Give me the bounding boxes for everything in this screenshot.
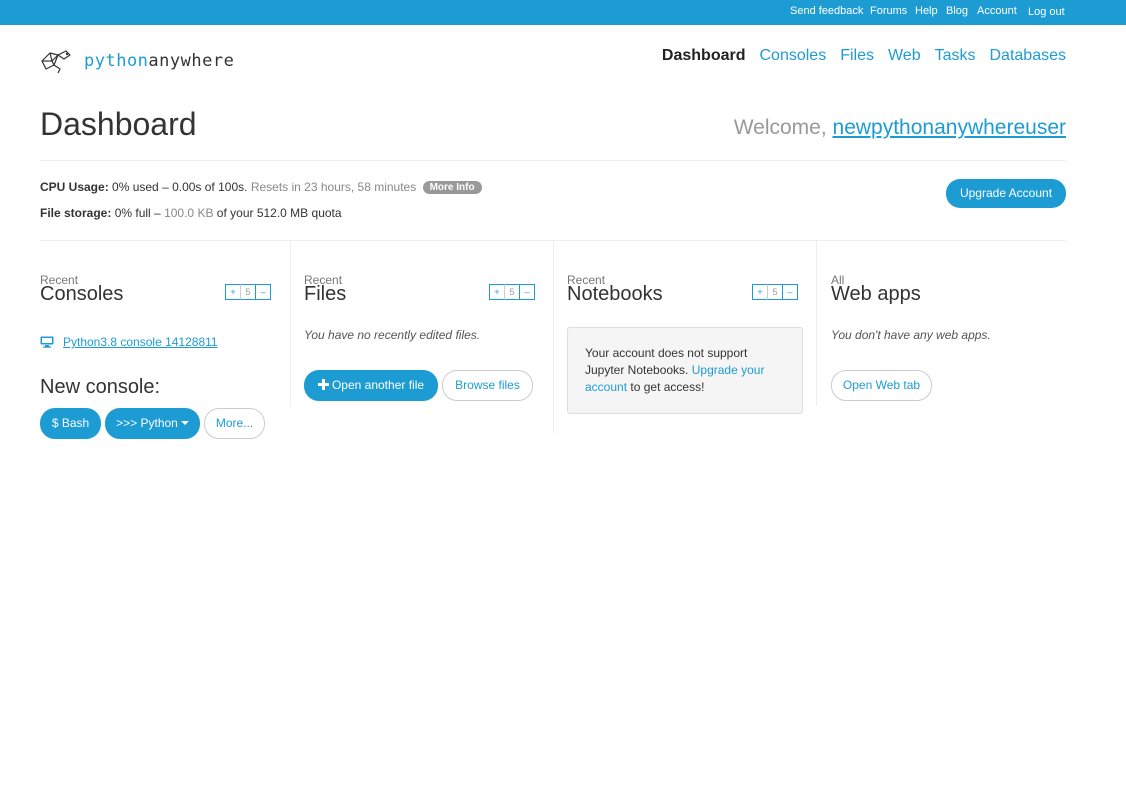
forums-link[interactable]: Forums xyxy=(870,5,907,17)
logo-wordmark-anywhere: anywhere xyxy=(148,51,235,71)
logo-wordmark-python: python xyxy=(84,51,149,71)
page-title: Dashboard xyxy=(40,106,197,142)
username-link[interactable]: newpythonanywhereuser xyxy=(833,116,1066,139)
browse-files-button[interactable]: Browse files xyxy=(442,370,533,401)
logo[interactable]: pythonanywhere xyxy=(40,46,234,76)
file-storage-label: File storage: xyxy=(40,206,112,220)
files-heading: Files xyxy=(304,283,347,305)
no-files-message: You have no recently edited files. xyxy=(304,328,481,342)
open-web-tab-button[interactable]: Open Web tab xyxy=(831,370,932,401)
notebooks-panel: Recent Notebooks + 5 – Your account does… xyxy=(567,241,803,441)
open-another-file-label: Open another file xyxy=(331,378,425,392)
logout-link[interactable]: Log out xyxy=(1028,6,1065,18)
notice-suffix: to get access! xyxy=(630,380,705,394)
notebooks-unsupported-notice: Your account does not support Jupyter No… xyxy=(567,327,803,414)
decrease-button[interactable]: – xyxy=(255,284,271,300)
column-divider xyxy=(553,241,554,433)
file-storage: File storage: 0% full – 100.0 KB of your… xyxy=(40,206,342,220)
count-value: 5 xyxy=(504,284,520,300)
upgrade-account-button[interactable]: Upgrade Account xyxy=(946,179,1066,208)
count-value: 5 xyxy=(240,284,256,300)
column-divider xyxy=(290,241,291,406)
files-panel: Recent Files + 5 – You have no recently … xyxy=(304,241,540,441)
files-count-stepper: + 5 – xyxy=(489,284,535,300)
logo-wordmark: pythonanywhere xyxy=(84,51,234,71)
consoles-heading: Consoles xyxy=(40,283,124,305)
column-divider xyxy=(816,241,817,406)
file-storage-percent: 0% full – xyxy=(114,206,161,220)
cpu-reset-time: Resets in 23 hours, 58 minutes xyxy=(250,180,417,194)
python-snake-logo-icon xyxy=(41,50,71,74)
main-nav: Dashboard Consoles Files Web Tasks Datab… xyxy=(648,47,1066,65)
nav-tasks[interactable]: Tasks xyxy=(935,47,976,65)
monitor-icon xyxy=(40,336,54,348)
nav-dashboard[interactable]: Dashboard xyxy=(662,47,746,65)
bash-console-button[interactable]: $ Bash xyxy=(40,408,101,439)
more-consoles-button[interactable]: More... xyxy=(204,408,265,439)
recent-console-label: Python3.8 console 14128811 xyxy=(63,335,218,349)
decrease-button[interactable]: – xyxy=(519,284,535,300)
caret-down-icon xyxy=(180,421,189,425)
cpu-usage-value: 0% used – 0.00s of 100s. xyxy=(112,180,248,194)
increase-button[interactable]: + xyxy=(489,284,505,300)
nav-databases[interactable]: Databases xyxy=(990,47,1067,65)
divider xyxy=(40,160,1066,161)
nav-files[interactable]: Files xyxy=(840,47,874,65)
webapps-heading: Web apps xyxy=(831,283,921,305)
webapps-panel: All Web apps You don't have any web apps… xyxy=(831,241,1067,441)
file-storage-used: 100.0 KB xyxy=(164,206,214,220)
recent-console-link[interactable]: Python3.8 console 14128811 xyxy=(40,335,218,349)
account-link[interactable]: Account xyxy=(977,5,1017,17)
cpu-usage-label: CPU Usage: xyxy=(40,180,109,194)
welcome-prefix: Welcome, xyxy=(733,116,833,139)
cpu-usage: CPU Usage: 0% used – 0.00s of 100s. Rese… xyxy=(40,180,482,194)
python-console-button[interactable]: >>> Python xyxy=(105,408,200,439)
top-bar: Send feedback Forums Help Blog Account L… xyxy=(0,0,1126,25)
consoles-panel: Recent Consoles + 5 – Python3.8 console … xyxy=(40,241,276,451)
count-value: 5 xyxy=(767,284,783,300)
nav-web[interactable]: Web xyxy=(888,47,921,65)
consoles-count-stepper: + 5 – xyxy=(225,284,271,300)
open-another-file-button[interactable]: Open another file xyxy=(304,370,438,401)
blog-link[interactable]: Blog xyxy=(946,5,968,17)
plus-icon xyxy=(317,379,329,390)
notebooks-heading: Notebooks xyxy=(567,283,663,305)
decrease-button[interactable]: – xyxy=(782,284,798,300)
no-webapps-message: You don't have any web apps. xyxy=(831,328,991,342)
python-console-label: >>> Python xyxy=(116,416,178,430)
new-console-heading: New console: xyxy=(40,376,161,398)
increase-button[interactable]: + xyxy=(225,284,241,300)
increase-button[interactable]: + xyxy=(752,284,768,300)
notebooks-count-stepper: + 5 – xyxy=(752,284,798,300)
welcome-message: Welcome, newpythonanywhereuser xyxy=(734,116,1066,140)
send-feedback-link[interactable]: Send feedback xyxy=(790,5,863,17)
file-storage-quota: of your 512.0 MB quota xyxy=(216,206,342,220)
nav-consoles[interactable]: Consoles xyxy=(760,47,827,65)
help-link[interactable]: Help xyxy=(915,5,938,17)
more-info-badge[interactable]: More Info xyxy=(422,181,482,194)
